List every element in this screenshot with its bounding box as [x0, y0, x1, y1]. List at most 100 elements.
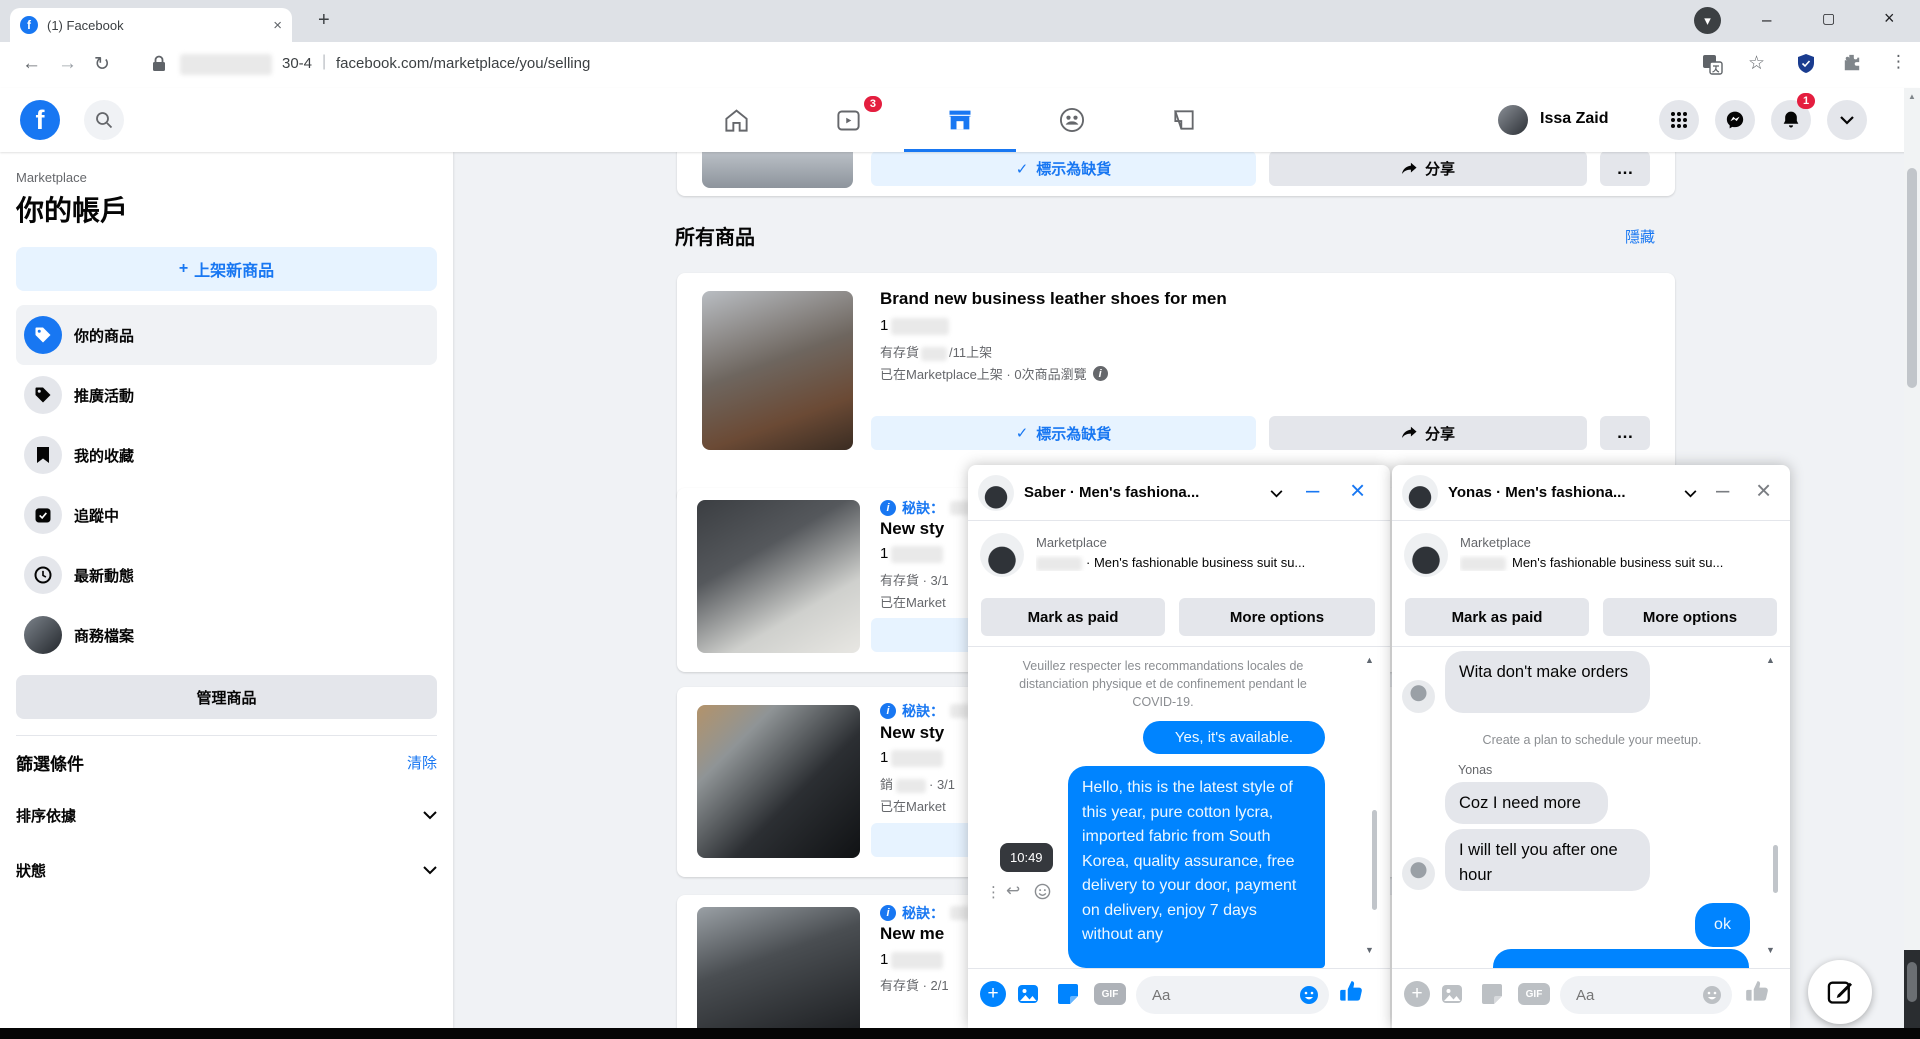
new-message-button[interactable]: [1808, 960, 1872, 1024]
window-close-icon[interactable]: ×: [1884, 8, 1895, 29]
browser-menu-icon[interactable]: ⋮: [1890, 52, 1907, 72]
attach-plus-icon[interactable]: +: [1404, 981, 1430, 1007]
window-minimize-icon[interactable]: –: [1762, 10, 1771, 30]
new-tab-icon[interactable]: +: [318, 9, 330, 32]
share-button[interactable]: 分享: [1269, 416, 1587, 450]
sidebar-item-your-listings[interactable]: 你的商品: [16, 305, 437, 365]
profile-name[interactable]: Issa Zaid: [1540, 110, 1608, 128]
listing-thumbnail[interactable]: [702, 152, 853, 188]
nav-gaming-tab[interactable]: [1128, 88, 1240, 152]
scrollbar-dark-thumb[interactable]: [1907, 962, 1917, 1002]
create-listing-button[interactable]: + 上架新商品: [16, 247, 437, 291]
chat-scrollbar-thumb[interactable]: [1773, 845, 1778, 893]
attach-plus-icon[interactable]: +: [980, 981, 1006, 1007]
thumbs-up-icon[interactable]: [1744, 979, 1770, 1005]
chat-title[interactable]: Saber · Men's fashiona...: [1024, 484, 1199, 501]
message-input[interactable]: [1574, 986, 1707, 1005]
window-maximize-icon[interactable]: ▢: [1822, 10, 1835, 27]
manage-listings-button[interactable]: 管理商品: [16, 675, 437, 719]
scroll-down-icon[interactable]: ▼: [1365, 945, 1374, 955]
facebook-logo[interactable]: f: [20, 100, 60, 140]
sidebar-item-promotions[interactable]: 推廣活動: [16, 365, 437, 425]
chat-close-icon[interactable]: ×: [1756, 475, 1771, 506]
mark-sold-out-button[interactable]: ✓ 標示為缺貨: [871, 152, 1256, 186]
react-emoji-icon[interactable]: [1034, 883, 1051, 900]
listing-title[interactable]: New sty: [880, 723, 944, 743]
listing-thumbnail[interactable]: [697, 500, 860, 653]
reload-icon[interactable]: ↻: [94, 53, 110, 76]
nav-marketplace-tab[interactable]: [904, 88, 1016, 152]
chat-scrollbar-thumb[interactable]: [1372, 810, 1377, 910]
scroll-up-icon[interactable]: ▲: [1365, 655, 1374, 665]
clear-filters-link[interactable]: 清除: [407, 752, 437, 773]
chat-close-icon[interactable]: ×: [1350, 475, 1365, 506]
mark-as-paid-button[interactable]: Mark as paid: [981, 598, 1165, 636]
messenger-button[interactable]: [1715, 100, 1755, 140]
scrollbar-up-icon[interactable]: ▲: [1908, 92, 1916, 101]
hide-link[interactable]: 隱藏: [1625, 226, 1655, 247]
chat-minimize-icon[interactable]: –: [1716, 477, 1729, 505]
chat-minimize-icon[interactable]: –: [1306, 477, 1319, 505]
image-icon[interactable]: [1016, 982, 1040, 1006]
sidebar-item-recent-activity[interactable]: 最新動態: [16, 545, 437, 605]
nav-home-tab[interactable]: [680, 88, 792, 152]
listing-title[interactable]: New sty: [880, 519, 944, 539]
shield-extension-icon[interactable]: [1797, 53, 1815, 74]
listing-title[interactable]: New me: [880, 924, 944, 944]
more-options-button[interactable]: More options: [1179, 598, 1375, 636]
emoji-icon[interactable]: [1299, 985, 1319, 1005]
chat-input[interactable]: [1136, 976, 1329, 1014]
sidebar-item-saved[interactable]: 我的收藏: [16, 425, 437, 485]
url-text[interactable]: facebook.com/marketplace/you/selling: [336, 55, 590, 72]
listing-thumbnail[interactable]: [697, 907, 860, 1028]
nav-groups-tab[interactable]: [1016, 88, 1128, 152]
search-button[interactable]: [84, 100, 124, 140]
bookmark-star-icon[interactable]: ☆: [1748, 52, 1765, 75]
chevron-down-icon[interactable]: [1684, 490, 1697, 498]
profile-avatar[interactable]: [1498, 105, 1528, 135]
mark-as-paid-button[interactable]: Mark as paid: [1405, 598, 1589, 636]
gif-icon[interactable]: GIF: [1518, 983, 1550, 1005]
sort-row[interactable]: 排序依據: [16, 805, 437, 826]
gif-icon[interactable]: GIF: [1094, 983, 1126, 1005]
padlock-icon[interactable]: [152, 55, 166, 73]
apps-menu-button[interactable]: [1659, 100, 1699, 140]
message-menu-icon[interactable]: ⋮: [986, 883, 1001, 901]
message-input[interactable]: [1150, 986, 1299, 1005]
status-row[interactable]: 狀態: [16, 860, 437, 881]
page-scrollbar-track[interactable]: ▲: [1904, 88, 1920, 1028]
scroll-down-icon[interactable]: ▼: [1766, 945, 1775, 955]
mark-sold-out-button[interactable]: ✓ 標示為缺貨: [871, 416, 1256, 450]
tab-close-icon[interactable]: ×: [273, 17, 282, 34]
page-scrollbar-thumb[interactable]: [1907, 168, 1917, 388]
sticker-icon[interactable]: [1480, 982, 1504, 1006]
scroll-up-icon[interactable]: ▲: [1766, 655, 1775, 665]
listing-thumbnail[interactable]: [697, 705, 860, 858]
extensions-puzzle-icon[interactable]: [1843, 54, 1862, 73]
sidebar-item-business-profile[interactable]: 商務檔案: [16, 605, 437, 665]
image-icon[interactable]: [1440, 982, 1464, 1006]
emoji-icon[interactable]: [1702, 985, 1722, 1005]
translate-icon[interactable]: [1702, 54, 1723, 75]
url-prefix[interactable]: 30-4: [282, 55, 312, 72]
more-button[interactable]: …: [1600, 152, 1650, 186]
more-button[interactable]: …: [1600, 416, 1650, 450]
thumbs-up-icon[interactable]: [1338, 979, 1364, 1005]
nav-watch-tab[interactable]: 3: [792, 88, 904, 152]
download-status-icon[interactable]: ▾: [1694, 7, 1721, 34]
reply-icon[interactable]: ↩: [1006, 881, 1020, 901]
account-menu-button[interactable]: [1827, 100, 1867, 140]
chat-input[interactable]: [1560, 976, 1732, 1014]
sticker-icon[interactable]: [1056, 982, 1080, 1006]
back-icon[interactable]: ←: [22, 53, 41, 75]
forward-icon[interactable]: →: [58, 53, 77, 75]
chevron-down-icon[interactable]: [1270, 490, 1283, 498]
more-options-button[interactable]: More options: [1603, 598, 1777, 636]
sidebar-item-following[interactable]: 追蹤中: [16, 485, 437, 545]
info-icon[interactable]: i: [1093, 366, 1108, 381]
share-button[interactable]: 分享: [1269, 152, 1587, 186]
browser-tab[interactable]: f (1) Facebook ×: [10, 8, 292, 42]
chat-title[interactable]: Yonas · Men's fashiona...: [1448, 484, 1626, 501]
listing-thumbnail[interactable]: [702, 291, 853, 450]
listing-title[interactable]: Brand new business leather shoes for men: [880, 289, 1227, 309]
